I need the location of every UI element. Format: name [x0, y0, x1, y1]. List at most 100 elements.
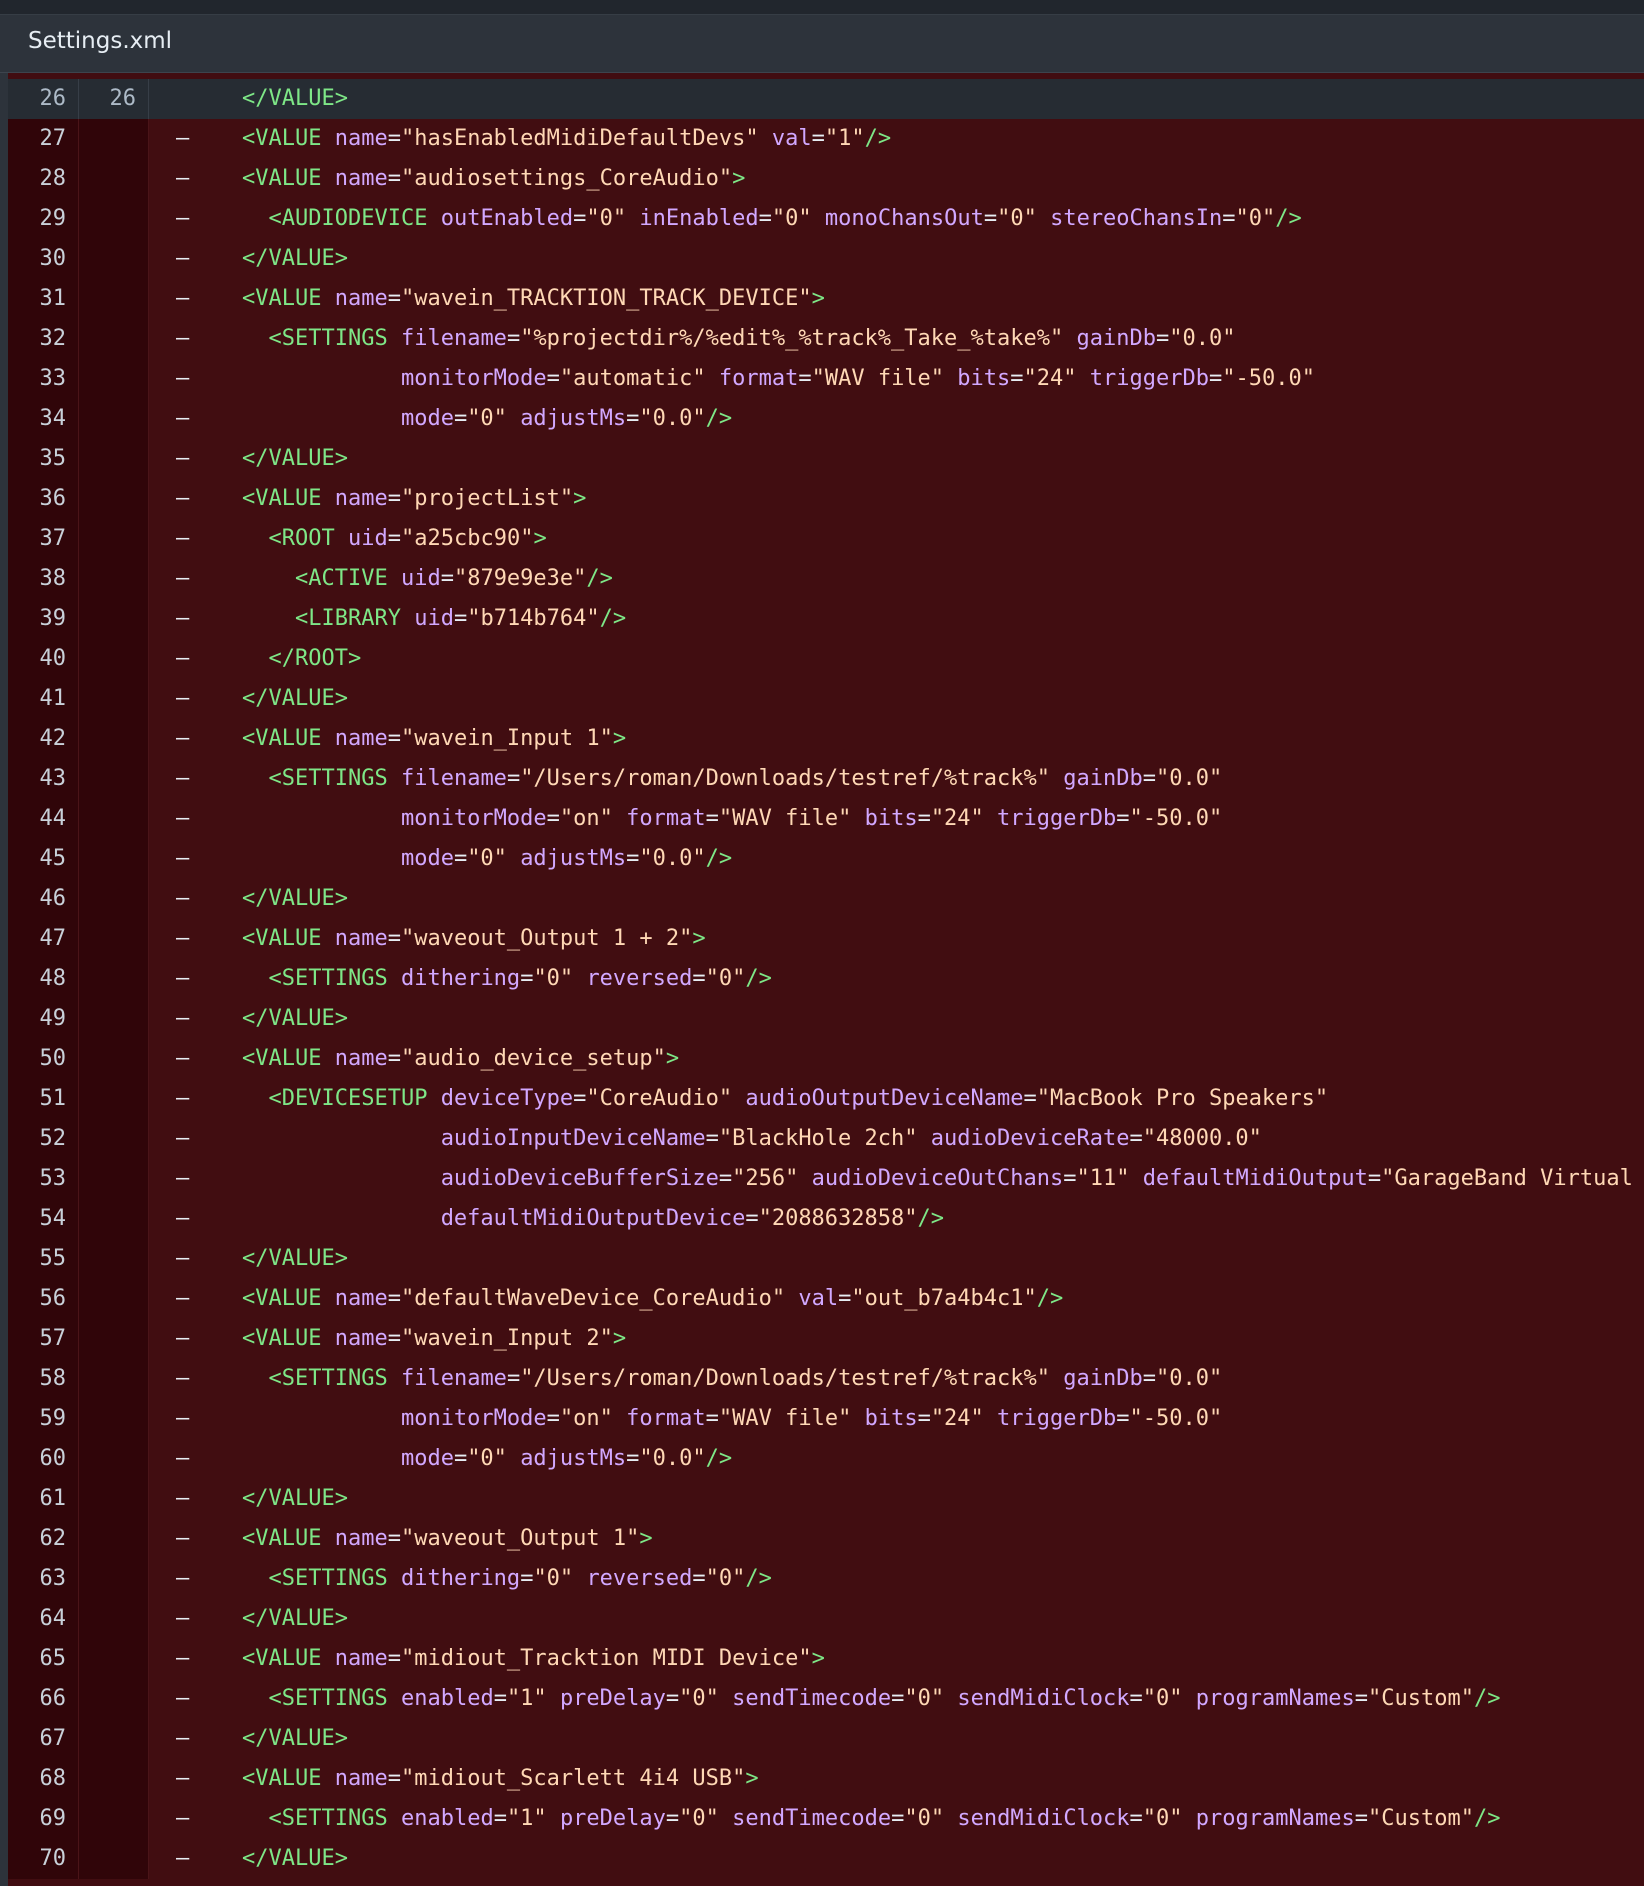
code-line: <LIBRARY uid="b714b764"/>: [242, 599, 1644, 639]
new-line-number[interactable]: [79, 1119, 149, 1159]
old-line-number[interactable]: 29: [8, 199, 79, 239]
xml-tag: <AUDIODEVICE: [268, 206, 428, 231]
new-line-number[interactable]: [79, 1679, 149, 1719]
xml-attribute: name: [334, 1326, 388, 1351]
old-line-number[interactable]: 56: [8, 1279, 79, 1319]
new-line-number[interactable]: [79, 799, 149, 839]
old-line-number[interactable]: 48: [8, 959, 79, 999]
old-line-number[interactable]: 64: [8, 1599, 79, 1639]
xml-tag: </VALUE>: [242, 1606, 348, 1631]
new-line-number[interactable]: [79, 1759, 149, 1799]
new-line-number[interactable]: [79, 519, 149, 559]
new-line-number[interactable]: [79, 1359, 149, 1399]
old-line-number[interactable]: 67: [8, 1719, 79, 1759]
new-line-number[interactable]: [79, 1559, 149, 1599]
new-line-number[interactable]: [79, 1159, 149, 1199]
new-line-number[interactable]: [79, 1799, 149, 1839]
old-line-number[interactable]: 59: [8, 1399, 79, 1439]
new-line-number[interactable]: [79, 919, 149, 959]
old-line-number[interactable]: 49: [8, 999, 79, 1039]
new-line-number[interactable]: [79, 1039, 149, 1079]
old-line-number[interactable]: 60: [8, 1439, 79, 1479]
new-line-number[interactable]: [79, 1239, 149, 1279]
old-line-number[interactable]: 66: [8, 1679, 79, 1719]
removed-marker: –: [176, 926, 190, 951]
new-line-number[interactable]: [79, 439, 149, 479]
old-line-number[interactable]: 51: [8, 1079, 79, 1119]
new-line-number[interactable]: [79, 719, 149, 759]
new-line-number[interactable]: [79, 679, 149, 719]
new-line-number[interactable]: [79, 1319, 149, 1359]
new-line-number[interactable]: [79, 119, 149, 159]
new-line-number[interactable]: [79, 279, 149, 319]
new-line-number[interactable]: [79, 319, 149, 359]
new-line-number[interactable]: [79, 1199, 149, 1239]
old-line-number[interactable]: 31: [8, 279, 79, 319]
new-line-number[interactable]: [79, 1439, 149, 1479]
new-line-number[interactable]: [79, 399, 149, 439]
new-line-number[interactable]: [79, 999, 149, 1039]
old-line-number[interactable]: 57: [8, 1319, 79, 1359]
old-line-number[interactable]: 50: [8, 1039, 79, 1079]
old-line-number[interactable]: 58: [8, 1359, 79, 1399]
xml-value: "0": [904, 1686, 945, 1711]
old-line-number[interactable]: 70: [8, 1839, 79, 1879]
old-line-number[interactable]: 65: [8, 1639, 79, 1679]
old-line-number[interactable]: 54: [8, 1199, 79, 1239]
new-line-number[interactable]: [79, 1719, 149, 1759]
new-line-number[interactable]: [79, 599, 149, 639]
old-line-number[interactable]: 41: [8, 679, 79, 719]
old-line-number[interactable]: 43: [8, 759, 79, 799]
old-line-number[interactable]: 28: [8, 159, 79, 199]
old-line-number[interactable]: 34: [8, 399, 79, 439]
new-line-number[interactable]: [79, 1479, 149, 1519]
new-line-number[interactable]: [79, 1839, 149, 1879]
new-line-number[interactable]: [79, 1639, 149, 1679]
new-line-number[interactable]: [79, 359, 149, 399]
old-line-number[interactable]: 47: [8, 919, 79, 959]
new-line-number[interactable]: [79, 479, 149, 519]
old-line-number[interactable]: 61: [8, 1479, 79, 1519]
old-line-number[interactable]: 37: [8, 519, 79, 559]
new-line-number[interactable]: [79, 559, 149, 599]
old-line-number[interactable]: 27: [8, 119, 79, 159]
new-line-number[interactable]: 26: [79, 79, 149, 119]
new-line-number[interactable]: [79, 1519, 149, 1559]
old-line-number[interactable]: 44: [8, 799, 79, 839]
new-line-number[interactable]: [79, 1399, 149, 1439]
old-line-number[interactable]: 52: [8, 1119, 79, 1159]
old-line-number[interactable]: 36: [8, 479, 79, 519]
new-line-number[interactable]: [79, 1599, 149, 1639]
old-line-number[interactable]: 69: [8, 1799, 79, 1839]
old-line-number[interactable]: 46: [8, 879, 79, 919]
new-line-number[interactable]: [79, 639, 149, 679]
old-line-number[interactable]: 38: [8, 559, 79, 599]
new-line-number[interactable]: [79, 839, 149, 879]
old-line-number[interactable]: 39: [8, 599, 79, 639]
new-line-number[interactable]: [79, 1079, 149, 1119]
new-line-number[interactable]: [79, 879, 149, 919]
old-line-number[interactable]: 40: [8, 639, 79, 679]
old-line-number[interactable]: 30: [8, 239, 79, 279]
xml-tag: >: [811, 1646, 825, 1671]
old-line-number[interactable]: 32: [8, 319, 79, 359]
new-line-number[interactable]: [79, 759, 149, 799]
file-name[interactable]: Settings.xml: [28, 28, 172, 54]
old-line-number[interactable]: 62: [8, 1519, 79, 1559]
old-line-number[interactable]: 42: [8, 719, 79, 759]
new-line-number[interactable]: [79, 239, 149, 279]
xml-attribute: audioOutputDeviceName: [745, 1086, 1024, 1111]
new-line-number[interactable]: [79, 959, 149, 999]
old-line-number[interactable]: 33: [8, 359, 79, 399]
old-line-number[interactable]: 68: [8, 1759, 79, 1799]
new-line-number[interactable]: [79, 199, 149, 239]
new-line-number[interactable]: [79, 159, 149, 199]
old-line-number[interactable]: 53: [8, 1159, 79, 1199]
old-line-number[interactable]: 35: [8, 439, 79, 479]
old-line-number[interactable]: 26: [8, 79, 79, 119]
new-line-number[interactable]: [79, 1279, 149, 1319]
old-line-number[interactable]: 45: [8, 839, 79, 879]
old-line-number[interactable]: 63: [8, 1559, 79, 1599]
old-line-number[interactable]: 55: [8, 1239, 79, 1279]
